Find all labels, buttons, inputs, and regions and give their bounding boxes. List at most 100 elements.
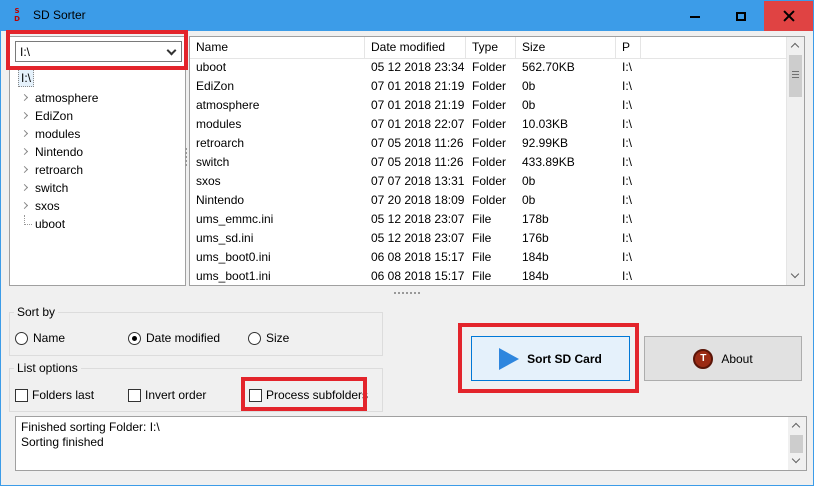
cell-name: ums_boot0.ini [196,250,271,264]
column-header-type[interactable]: Type [466,37,516,58]
cell-type: Folder [472,98,507,112]
tree-item-label: atmosphere [35,91,99,105]
cell-size: 0b [522,174,536,188]
expand-arrow-icon[interactable] [20,129,29,138]
file-list-scrollbar[interactable] [786,37,804,285]
title-bar[interactable]: SD SD Sorter [1,1,813,31]
scroll-up-button[interactable] [788,417,805,434]
arrow-up-icon [791,422,801,432]
cell-name: sxos [196,174,221,188]
scroll-thumb[interactable] [789,55,802,97]
cell-date: 07 01 2018 22:07 [371,117,465,131]
invert-order-checkbox[interactable]: Invert order [128,388,206,402]
expand-arrow-icon[interactable] [20,201,29,210]
expand-arrow-icon[interactable] [20,165,29,174]
close-button[interactable] [764,1,813,31]
list-options-label: List options [14,361,81,375]
table-row[interactable]: retroarch 07 05 2018 11:26 Folder 92.99KB I:… [190,134,786,153]
sort-size-label: Size [266,331,290,345]
cell-date: 07 20 2018 18:09 [371,193,465,207]
process-subfolders-checkbox[interactable]: Process subfolders [249,388,368,402]
tree-root[interactable]: I:\ [18,69,35,87]
minimize-button[interactable] [672,1,718,31]
column-header-date[interactable]: Date modified [365,37,466,58]
arrow-down-icon [791,454,801,464]
cell-size: 184b [522,250,549,264]
sort-name-label: Name [33,331,66,345]
table-row[interactable]: ums_boot0.ini 06 08 2018 15:17 File 184b I:\ [190,248,786,267]
log-output[interactable]: Finished sorting Folder: I:\ Sorting fin… [15,416,807,471]
scroll-thumb[interactable] [790,435,803,453]
expand-arrow-icon[interactable] [20,111,29,120]
expand-arrow-icon[interactable] [20,183,29,192]
drive-select[interactable]: I:\ [15,41,182,62]
cell-type: Folder [472,117,507,131]
drive-select-value: I:\ [20,45,31,59]
app-window: SD SD Sorter I:\ I:\ atmosphere EdiZon m… [0,0,814,486]
cell-date: 07 01 2018 21:19 [371,98,465,112]
scroll-down-button[interactable] [787,268,804,285]
cell-type: File [472,212,492,226]
tree-item-modules[interactable]: modules [14,125,182,143]
cell-name: retroarch [196,136,245,150]
tree-item-edizon[interactable]: EdiZon [14,107,182,125]
scroll-down-button[interactable] [788,453,805,470]
column-header-name[interactable]: Name [190,37,365,58]
invert-order-label: Invert order [145,388,207,402]
cell-size: 433.89KB [522,155,575,169]
cell-name: modules [196,117,242,131]
table-row[interactable]: ums_sd.ini 05 12 2018 23:07 File 176b I:\ [190,229,786,248]
cell-size: 0b [522,98,536,112]
cell-size: 176b [522,231,549,245]
scroll-up-button[interactable] [787,37,804,54]
chevron-down-icon[interactable] [166,45,177,56]
column-header-size[interactable]: Size [516,37,616,58]
expand-arrow-icon[interactable] [20,147,29,156]
table-row[interactable]: uboot 05 12 2018 23:34 Folder 562.70KB I:\ [190,58,786,77]
folders-last-checkbox[interactable]: Folders last [15,388,94,402]
column-header-path[interactable]: P [616,37,641,58]
table-row[interactable]: ums_emmc.ini 05 12 2018 23:07 File 178b I:\ [190,210,786,229]
vertical-splitter[interactable] [184,147,187,169]
tree-item-label: uboot [35,217,66,231]
tree-item-uboot[interactable]: uboot [14,215,182,233]
log-lines: Finished sorting Folder: I:\ Sorting fin… [21,420,160,450]
file-list: Name Date modified Type Size P uboot 05 1… [189,36,805,286]
sort-sd-card-button[interactable]: Sort SD Card [471,336,630,381]
log-scrollbar[interactable] [788,417,806,470]
table-row[interactable]: switch 07 05 2018 11:26 Folder 433.89KB I:\ [190,153,786,172]
table-row[interactable]: Nintendo 07 20 2018 18:09 Folder 0b I:\ [190,191,786,210]
tree-item-atmosphere[interactable]: atmosphere [14,89,182,107]
table-row[interactable]: ums_boot1.ini 06 08 2018 15:17 File 184b I:\ [190,267,786,285]
cell-date: 05 12 2018 23:07 [371,212,465,226]
tree-item-retroarch[interactable]: retroarch [14,161,182,179]
list-options-group: List options Folders last Invert order P… [9,361,383,412]
tree-item-sxos[interactable]: sxos [14,197,182,215]
horizontal-splitter[interactable] [394,292,422,295]
cell-path: I:\ [622,155,633,169]
cell-type: Folder [472,155,507,169]
sort-size-radio[interactable]: Size [248,331,289,345]
log-line: Finished sorting Folder: I:\ [21,420,160,434]
about-button[interactable]: T About [644,336,802,381]
cell-size: 92.99KB [522,136,569,150]
table-row[interactable]: modules 07 01 2018 22:07 Folder 10.03KB I:\ [190,115,786,134]
cell-size: 178b [522,212,549,226]
sort-by-label: Sort by [14,305,59,319]
tree-item-label: Nintendo [35,145,84,159]
table-row[interactable]: atmosphere 07 01 2018 21:19 Folder 0b I:\ [190,96,786,115]
maximize-button[interactable] [718,1,764,31]
expand-arrow-icon[interactable] [20,93,29,102]
cell-path: I:\ [622,269,633,283]
log-line: Sorting finished [21,435,104,449]
cell-date: 07 05 2018 11:26 [371,155,464,169]
table-row[interactable]: sxos 07 07 2018 13:31 Folder 0b I:\ [190,172,786,191]
tree-item-switch[interactable]: switch [14,179,182,197]
sort-name-radio[interactable]: Name [15,331,65,345]
sort-date-radio[interactable]: Date modified [128,331,220,345]
checkbox-icon [15,388,28,402]
process-subfolders-label: Process subfolders [266,388,369,402]
table-row[interactable]: EdiZon 07 01 2018 21:19 Folder 0b I:\ [190,77,786,96]
tree-item-label: retroarch [35,163,84,177]
tree-item-nintendo[interactable]: Nintendo [14,143,182,161]
